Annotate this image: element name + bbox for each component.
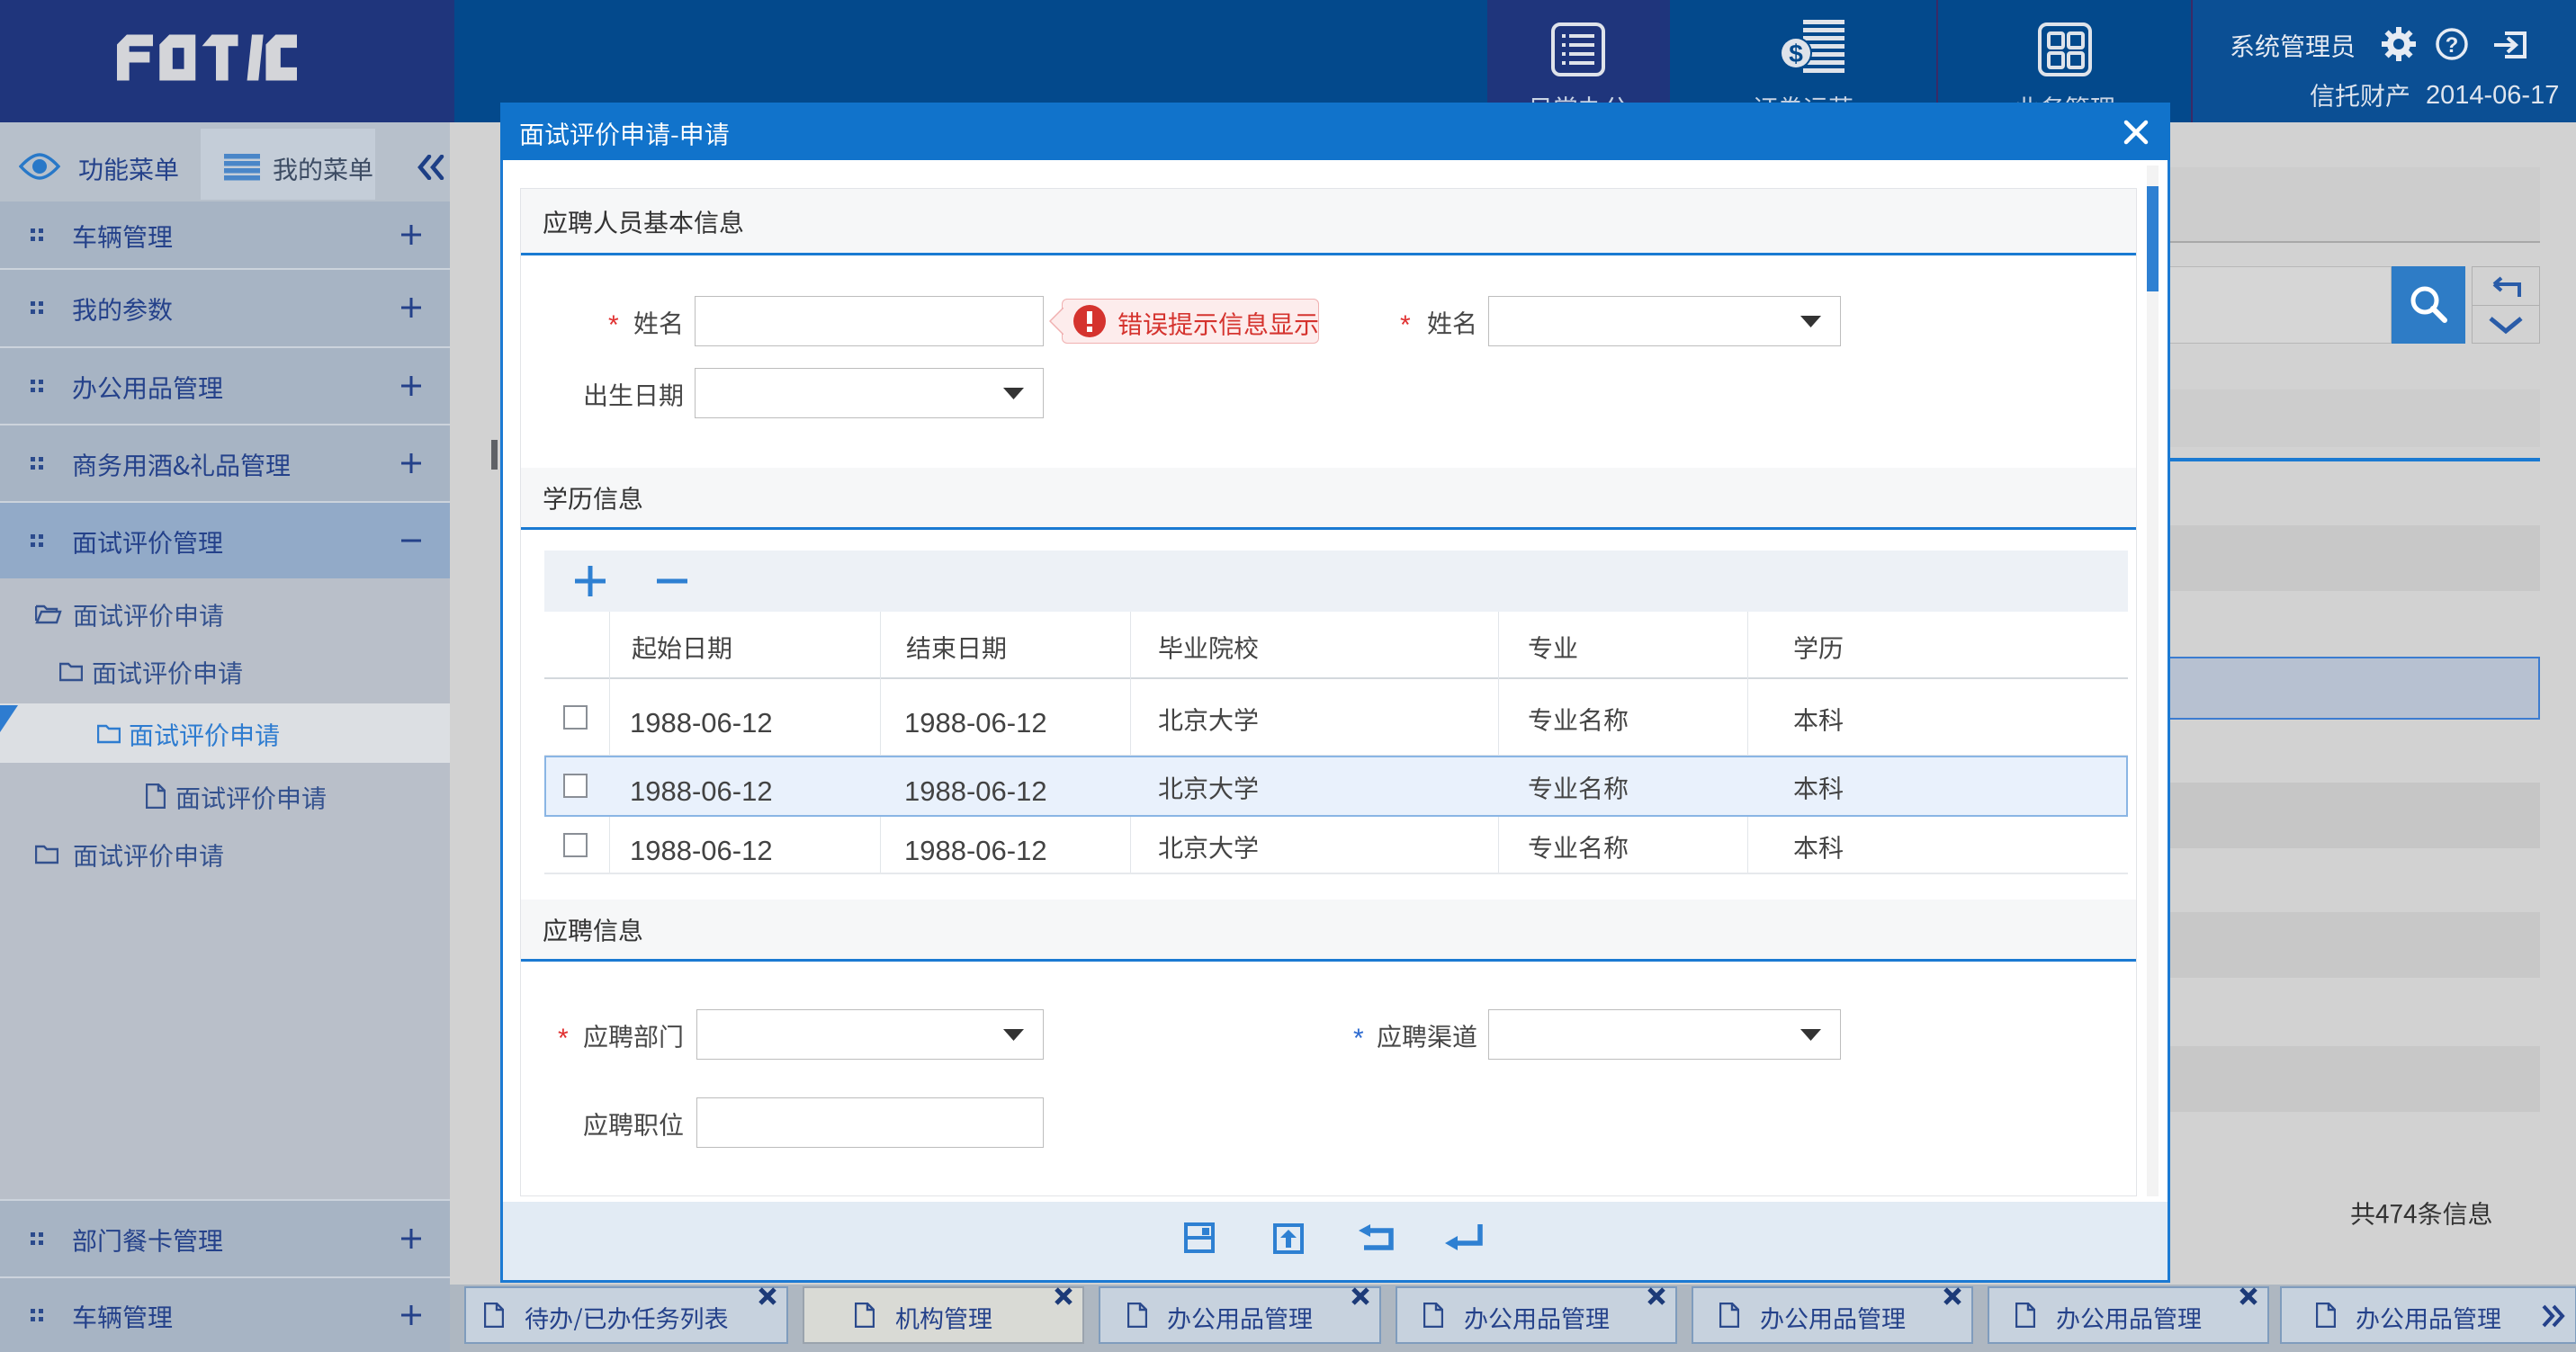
svg-text:$: $ (1789, 40, 1803, 67)
svg-text:?: ? (2446, 33, 2459, 58)
